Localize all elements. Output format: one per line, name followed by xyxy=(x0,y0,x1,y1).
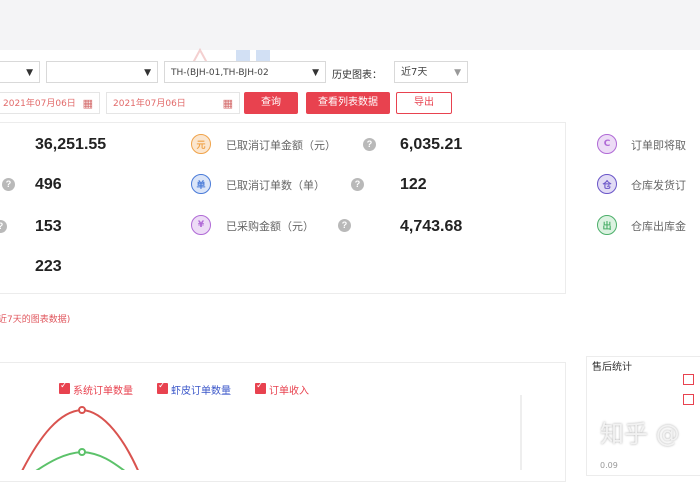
end-date-input[interactable]: 2021年07月06日 ▦ xyxy=(106,92,240,114)
top-band xyxy=(0,0,700,50)
after-sales-title: 售后统计 xyxy=(592,362,632,373)
series-point-green xyxy=(78,448,86,456)
stat-label-cancelled-amount: 已取消订单金额（元） xyxy=(226,139,336,152)
stat-value-2: 496 xyxy=(35,176,62,193)
stat-value-3: 153 xyxy=(35,218,62,235)
view-list-button[interactable]: 查看列表数据 xyxy=(306,92,390,114)
document-icon: 单 xyxy=(191,174,211,194)
purchase-icon: ¥ xyxy=(191,215,211,235)
series-line-red xyxy=(21,408,139,470)
warehouse-select[interactable]: TH-(BJH-01,TH-BJH-02 ▼ xyxy=(164,61,326,83)
calendar-icon: ▦ xyxy=(82,97,93,110)
stat-label-cancelled-count: 已取消订单数（单） xyxy=(226,179,325,192)
warehouse-select-value: TH-(BJH-01,TH-BJH-02 xyxy=(171,68,269,78)
chevron-down-icon: ▼ xyxy=(454,68,461,78)
help-icon[interactable]: ? xyxy=(338,219,351,232)
stat-value-cancelled-count: 122 xyxy=(400,176,427,193)
stat-label-warehouse-outbound: 仓库出库金 xyxy=(631,220,686,233)
chevron-down-icon: ▼ xyxy=(144,68,151,78)
stat-label-warehouse-shipped: 仓库发货订 xyxy=(631,179,686,192)
legend-toggle-order-income[interactable] xyxy=(255,381,266,394)
stat-value-1: 36,251.55 xyxy=(35,136,107,153)
stat-value-purchase-amount: 4,743.68 xyxy=(400,218,463,235)
filter-select-1[interactable]: ▼ xyxy=(0,61,40,83)
clock-icon: C xyxy=(597,134,617,154)
start-date-input[interactable]: 2021年07月06日 ▦ xyxy=(0,92,100,114)
stat-label-purchase-amount: 已采购金额（元） xyxy=(226,220,314,233)
query-button[interactable]: 查询 xyxy=(244,92,298,114)
stat-label-order-expiring: 订单即将取 xyxy=(631,139,686,152)
stat-value-cancelled-amount: 6,035.21 xyxy=(400,136,463,153)
filter-select-2[interactable]: ▼ xyxy=(46,61,158,83)
chart-range-note: 近7天的图表数据) xyxy=(0,315,71,325)
legend-toggle-system-orders[interactable] xyxy=(59,381,70,394)
outbound-icon: 出 xyxy=(597,215,617,235)
start-date-value: 2021年07月06日 xyxy=(3,99,76,109)
end-date-value: 2021年07月06日 xyxy=(113,99,186,109)
chevron-down-icon: ▼ xyxy=(312,68,319,78)
legend-toggle-shopee-orders[interactable] xyxy=(157,381,168,394)
chevron-down-icon: ▼ xyxy=(26,68,33,78)
watermark-text: 知乎 @ xyxy=(600,420,680,448)
trend-chart xyxy=(21,395,522,470)
after-sales-legend-box[interactable] xyxy=(683,374,694,385)
warehouse-icon: 仓 xyxy=(597,174,617,194)
help-icon[interactable]: ? xyxy=(2,178,15,191)
export-button[interactable]: 导出 xyxy=(396,92,452,114)
help-icon[interactable]: ? xyxy=(351,178,364,191)
after-sales-legend-box[interactable] xyxy=(683,394,694,405)
history-range-value: 近7天 xyxy=(401,67,428,78)
history-range-select[interactable]: 近7天 ▼ xyxy=(394,61,468,83)
after-sales-axis-label: 0.09 xyxy=(600,461,618,470)
series-point-red xyxy=(78,406,86,414)
stat-value-4: 223 xyxy=(35,258,62,275)
calendar-icon: ▦ xyxy=(222,97,233,110)
help-icon[interactable]: ? xyxy=(363,138,376,151)
coin-icon: 元 xyxy=(191,134,211,154)
history-chart-label: 历史图表： xyxy=(332,70,382,81)
